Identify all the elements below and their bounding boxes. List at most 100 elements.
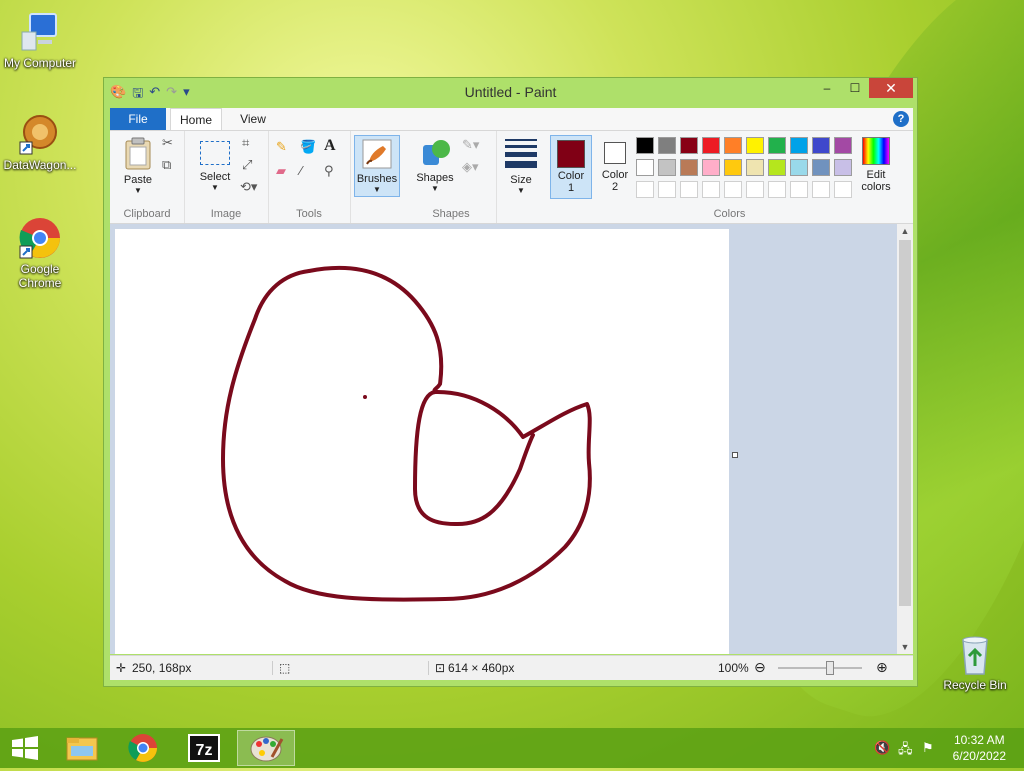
color2-label: Color 2	[601, 169, 629, 193]
crop-icon[interactable]: ⌗	[242, 135, 249, 151]
title-bar[interactable]: 🎨 🖫 ↶ ↷ ▾ Untitled - Paint – ☐ ✕	[104, 78, 917, 106]
size-button[interactable]: Size ▼	[500, 137, 542, 195]
palette-swatch[interactable]	[702, 159, 720, 176]
palette-swatch[interactable]	[812, 137, 830, 154]
palette-swatch[interactable]	[680, 137, 698, 154]
outline-icon[interactable]: ✎▾	[462, 137, 479, 153]
ribbon: Paste ▼ ✂ ⧉ Clipboard Select ▼ ⌗ ⤢ ⟲▾ Im…	[110, 131, 913, 224]
text-tool-icon[interactable]: A	[324, 137, 336, 155]
fill-shape-icon[interactable]: ◈▾	[462, 159, 479, 175]
palette-swatch[interactable]	[768, 137, 786, 154]
select-button[interactable]: Select ▼	[190, 137, 240, 192]
windows-logo-icon	[12, 736, 38, 760]
paste-button[interactable]: Paste ▼	[116, 137, 160, 195]
zoom-out-icon[interactable]: ⊖	[754, 659, 766, 676]
start-button[interactable]	[0, 730, 50, 766]
volume-muted-icon[interactable]: 🔇	[874, 740, 890, 756]
group-label-shapes: Shapes	[432, 208, 470, 220]
pencil-icon[interactable]: ✎	[276, 139, 287, 155]
palette-swatch[interactable]	[746, 137, 764, 154]
chevron-down-icon: ▼	[431, 184, 439, 193]
help-icon[interactable]: ?	[893, 111, 909, 127]
window-title: Untitled - Paint	[464, 84, 557, 100]
desktop-icon-datawagon[interactable]: DataWagon...	[0, 112, 80, 172]
minimize-button[interactable]: –	[813, 78, 841, 98]
rotate-icon[interactable]: ⟲▾	[240, 179, 257, 195]
vertical-scrollbar[interactable]: ▲ ▼	[897, 224, 913, 654]
palette-swatch[interactable]	[834, 159, 852, 176]
cut-icon[interactable]: ✂	[162, 135, 173, 151]
resize-icon[interactable]: ⤢	[242, 157, 252, 173]
color-picker-icon[interactable]: ⁄	[300, 163, 302, 178]
palette-swatch[interactable]	[680, 159, 698, 176]
copy-icon[interactable]: ⧉	[162, 157, 171, 173]
palette-swatch[interactable]	[746, 159, 764, 176]
canvas-resize-handle[interactable]	[732, 452, 738, 458]
palette-swatch[interactable]	[768, 181, 786, 198]
scroll-down-icon[interactable]: ▼	[897, 642, 913, 652]
desktop-icon-my-computer[interactable]: My Computer	[0, 10, 80, 70]
palette-swatch[interactable]	[658, 137, 676, 154]
rainbow-palette-icon	[862, 137, 890, 165]
desktop-icon-label: DataWagon...	[3, 158, 77, 172]
chevron-down-icon: ▼	[373, 185, 381, 194]
zoom-slider[interactable]	[778, 661, 862, 675]
fill-icon[interactable]: 🪣	[300, 139, 316, 155]
desktop-icon-google-chrome[interactable]: Google Chrome	[0, 216, 80, 290]
shapes-button[interactable]: Shapes ▼	[410, 137, 460, 193]
palette-swatch[interactable]	[658, 181, 676, 198]
taskbar-7zip[interactable]: 7z	[175, 730, 233, 766]
magnifier-icon[interactable]: ⚲	[324, 163, 334, 179]
palette-swatch[interactable]	[790, 159, 808, 176]
palette-swatch[interactable]	[658, 159, 676, 176]
tab-home[interactable]: Home	[170, 108, 222, 130]
brush-icon	[362, 139, 392, 169]
drawing-canvas[interactable]	[115, 229, 729, 654]
taskbar-chrome[interactable]	[114, 730, 172, 766]
palette-swatch[interactable]	[702, 181, 720, 198]
palette-swatch[interactable]	[636, 159, 654, 176]
edit-colors-button[interactable]: Edit colors	[856, 135, 896, 193]
drawing-strokes	[221, 265, 592, 602]
palette-swatch[interactable]	[768, 159, 786, 176]
chevron-down-icon: ▼	[134, 186, 142, 195]
color-palette	[636, 131, 861, 201]
palette-swatch[interactable]	[680, 181, 698, 198]
palette-swatch[interactable]	[702, 137, 720, 154]
select-label: Select	[199, 171, 231, 183]
system-clock[interactable]: 10:32 AM 6/20/2022	[953, 732, 1006, 764]
eraser-icon[interactable]: ▰	[276, 163, 286, 179]
palette-swatch[interactable]	[724, 159, 742, 176]
close-button[interactable]: ✕	[869, 78, 913, 98]
brushes-button[interactable]: Brushes ▼	[354, 135, 400, 197]
palette-swatch[interactable]	[834, 137, 852, 154]
tab-view[interactable]: View	[228, 108, 278, 130]
palette-swatch[interactable]	[812, 159, 830, 176]
taskbar-paint[interactable]	[237, 730, 295, 766]
tab-file[interactable]: File	[110, 108, 166, 130]
palette-swatch[interactable]	[724, 137, 742, 154]
palette-swatch[interactable]	[724, 181, 742, 198]
group-label-colors: Colors	[713, 208, 746, 220]
palette-swatch[interactable]	[636, 181, 654, 198]
action-center-flag-icon[interactable]: ⚑	[922, 740, 934, 756]
network-icon[interactable]: 🖧	[898, 740, 913, 762]
zoom-in-icon[interactable]: ⊕	[876, 659, 888, 676]
scroll-up-icon[interactable]: ▲	[897, 226, 913, 236]
palette-swatch[interactable]	[790, 181, 808, 198]
maximize-button[interactable]: ☐	[841, 78, 869, 98]
palette-swatch[interactable]	[746, 181, 764, 198]
color1-button[interactable]: Color 1	[550, 135, 592, 199]
zoom-slider-thumb[interactable]	[826, 661, 834, 675]
group-shapes: Shapes ▼ ✎▾ ◈▾ Shapes	[406, 131, 497, 223]
taskbar-file-explorer[interactable]	[53, 730, 111, 766]
palette-swatch[interactable]	[812, 181, 830, 198]
palette-swatch[interactable]	[834, 181, 852, 198]
scroll-thumb[interactable]	[899, 240, 911, 606]
image-size-icon: ⊡	[428, 661, 445, 675]
color2-button[interactable]: Color 2	[596, 135, 634, 199]
palette-swatch[interactable]	[790, 137, 808, 154]
size-label: Size	[510, 174, 532, 186]
palette-swatch[interactable]	[636, 137, 654, 154]
desktop-icon-recycle-bin[interactable]: Recycle Bin	[935, 632, 1015, 692]
